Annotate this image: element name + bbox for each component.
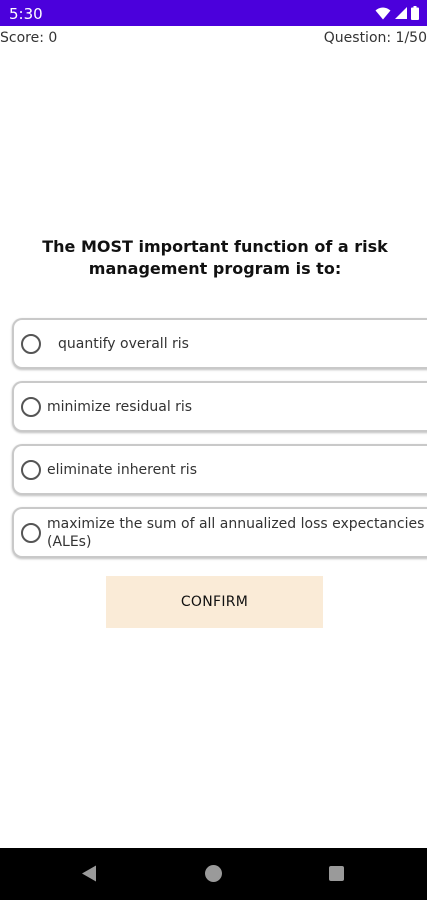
status-bar: 5:30 (0, 0, 427, 26)
navigation-bar (0, 848, 427, 900)
question-counter: Question: 1/50 (323, 30, 427, 46)
option-2[interactable]: minimize residual ris (12, 381, 427, 432)
wifi-icon (375, 7, 391, 19)
confirm-button[interactable]: CONFIRM (106, 576, 323, 628)
radio-button[interactable] (21, 522, 41, 543)
home-icon[interactable] (205, 865, 222, 882)
option-label: maximize the sum of all annualized loss … (47, 515, 425, 550)
radio-button[interactable] (21, 333, 41, 354)
signal-icon (395, 7, 407, 19)
battery-icon (411, 6, 419, 20)
option-label: minimize residual ris (47, 398, 193, 415)
score-label: Score: 0 (0, 30, 58, 46)
question-text: The MOST important function of a risk ma… (42, 237, 388, 278)
radio-button[interactable] (21, 396, 41, 417)
option-1[interactable]: quantify overall ris (12, 318, 427, 369)
back-icon[interactable] (81, 865, 97, 882)
status-time: 5:30 (9, 5, 43, 23)
option-label: eliminate inherent ris (47, 461, 197, 478)
option-4[interactable]: maximize the sum of all annualized loss … (12, 507, 427, 558)
status-icons (375, 5, 419, 21)
option-3[interactable]: eliminate inherent ris (12, 444, 427, 495)
option-label: quantify overall ris (58, 335, 189, 352)
recents-icon[interactable] (329, 866, 344, 881)
radio-button[interactable] (21, 459, 41, 480)
